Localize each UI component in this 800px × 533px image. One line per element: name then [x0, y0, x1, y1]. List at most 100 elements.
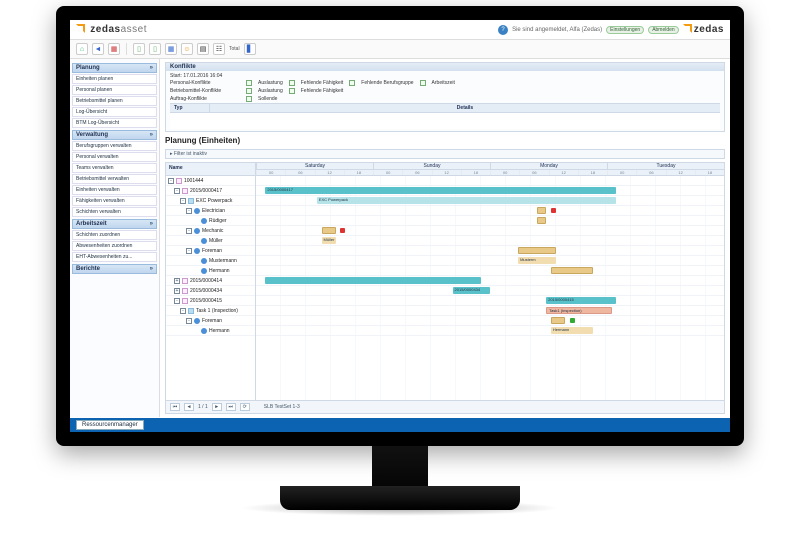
sidebar-item[interactable]: Einheiten verwalten [72, 185, 157, 195]
filter-label[interactable]: ▸ Filter ist inaktiv [165, 149, 725, 159]
tree-row[interactable]: +2015/0000434 [166, 286, 255, 296]
home-icon[interactable]: ⌂ [76, 43, 88, 55]
sidebar-item[interactable]: Schichten verwalten [72, 207, 157, 217]
sidebar-section-header[interactable]: Planung» [72, 63, 157, 73]
gantt-bar[interactable] [265, 277, 480, 284]
back-icon[interactable]: ◄ [92, 43, 104, 55]
user-text: Sie sind angemeldet, Alfa (Zedas) [512, 27, 602, 33]
tree-row[interactable]: -Foreman [166, 246, 255, 256]
pager-first[interactable]: ⏮ [170, 403, 180, 411]
book-icon[interactable]: ▋ [244, 43, 256, 55]
tree-row[interactable]: -2015/0000417 [166, 186, 255, 196]
tree-toggle-icon[interactable]: - [186, 208, 192, 214]
tree-row[interactable]: Hermann [166, 266, 255, 276]
tree-toggle-icon[interactable]: - [186, 318, 192, 324]
gantt-bar[interactable] [551, 317, 565, 324]
sidebar-section-header[interactable]: Arbeitszeit» [72, 219, 157, 229]
doc-new-icon[interactable]: ▯ [133, 43, 145, 55]
tree-row[interactable]: -Electrician [166, 206, 255, 216]
gantt-bar[interactable]: 2015/0000417 [265, 187, 616, 194]
person-icon [194, 248, 200, 254]
gantt-bar[interactable] [518, 247, 555, 254]
calendar-icon[interactable]: ▦ [108, 43, 120, 55]
sidebar-item[interactable]: Abwesenheiten zuordnen [72, 241, 157, 251]
sidebar-section-header[interactable]: Berichte» [72, 264, 157, 274]
sidebar-item[interactable]: Teams verwalten [72, 163, 157, 173]
sidebar-item[interactable]: EHT-Abwesenheiten zu... [72, 252, 157, 262]
gantt-bar[interactable]: 2015/0000415 [546, 297, 616, 304]
tree-header[interactable]: Name [166, 163, 256, 175]
pager-next[interactable]: ► [212, 403, 222, 411]
gantt-bar[interactable] [537, 217, 546, 224]
tree-row[interactable]: -Task 1 (Inspection) [166, 306, 255, 316]
gantt-chart[interactable]: 2015/0000417 EXC Powerpack Müller Musterm 20… [256, 176, 724, 400]
bottombar: Ressourcenmanager [70, 418, 730, 432]
tree-toggle-icon[interactable]: - [180, 198, 186, 204]
conflicts-detail-header: Typ Details [170, 103, 720, 113]
gantt-bar[interactable] [551, 267, 593, 274]
schedule-icon[interactable]: ☷ [213, 43, 225, 55]
gantt-bar[interactable]: Hermann [551, 327, 593, 334]
checkbox[interactable] [349, 80, 355, 86]
tree-row[interactable]: -EXC Powerpack [166, 196, 255, 206]
gantt-bar[interactable] [537, 207, 546, 214]
tree-row[interactable]: Rüdiger [166, 216, 255, 226]
pager-prev[interactable]: ◄ [184, 403, 194, 411]
tree-row[interactable]: -2015/0000415 [166, 296, 255, 306]
gantt-bar[interactable]: EXC Powerpack [317, 197, 617, 204]
tool-icon[interactable]: ▤ [197, 43, 209, 55]
pager-last[interactable]: ⏭ [226, 403, 236, 411]
checkbox[interactable] [420, 80, 426, 86]
tree-row[interactable]: -Mechanic [166, 226, 255, 236]
tree-toggle-icon[interactable]: - [186, 248, 192, 254]
sidebar-item[interactable]: Schichten zuordnen [72, 230, 157, 240]
gantt-lane [256, 286, 724, 296]
resource-icon[interactable]: ▦ [165, 43, 177, 55]
gantt-bar[interactable]: Musterm [518, 257, 555, 264]
tree-toggle-icon[interactable]: - [168, 178, 174, 184]
tree-row[interactable]: -Foreman [166, 316, 255, 326]
tree-toggle-icon[interactable]: - [174, 298, 180, 304]
topbar: zedasasset ? Sie sind angemeldet, Alfa (… [70, 20, 730, 40]
toolbar: ⌂ ◄ ▦ ▯ ▯ ▦ ☺ ▤ ☷ Total ▋ [70, 40, 730, 59]
pager-refresh[interactable]: ⟳ [240, 403, 250, 411]
tree-toggle-icon[interactable]: - [186, 228, 192, 234]
hour-tick: 00 [607, 170, 636, 175]
sidebar-item[interactable]: Personal verwalten [72, 152, 157, 162]
checkbox[interactable] [246, 96, 252, 102]
checkbox[interactable] [246, 88, 252, 94]
doc-green-icon[interactable]: ▯ [149, 43, 161, 55]
gantt-bar[interactable]: 2015/0000434 [453, 287, 490, 294]
logout-button[interactable]: Abmelden [648, 26, 679, 34]
sidebar-item[interactable]: Personal planen [72, 85, 157, 95]
sidebar-item[interactable]: Log-Übersicht [72, 107, 157, 117]
tree-toggle-icon[interactable]: + [174, 288, 180, 294]
total-label: Total [229, 46, 240, 52]
people-icon[interactable]: ☺ [181, 43, 193, 55]
gantt-lane [256, 306, 724, 316]
tree-toggle-icon[interactable]: + [174, 278, 180, 284]
tree-row[interactable]: -1001444 [166, 176, 255, 186]
sidebar-item[interactable]: Einheiten planen [72, 74, 157, 84]
tree-row[interactable]: +2015/0000414 [166, 276, 255, 286]
sidebar-item[interactable]: Berufsgruppen verwalten [72, 141, 157, 151]
sidebar-section-header[interactable]: Verwaltung» [72, 130, 157, 140]
tree-row[interactable]: Müller [166, 236, 255, 246]
gantt-bar[interactable]: Task1 (Inspection) [546, 307, 612, 314]
gantt-bar[interactable] [322, 227, 336, 234]
sidebar-item[interactable]: Betriebsmittel verwalten [72, 174, 157, 184]
checkbox[interactable] [246, 80, 252, 86]
bottombar-tab[interactable]: Ressourcenmanager [76, 420, 144, 430]
tree-toggle-icon[interactable]: - [180, 308, 186, 314]
sidebar-item[interactable]: Fähigkeiten verwalten [72, 196, 157, 206]
tree-toggle-icon[interactable]: - [174, 188, 180, 194]
tree-row[interactable]: Hermann [166, 326, 255, 336]
help-icon[interactable]: ? [498, 25, 508, 35]
sidebar-item[interactable]: Betriebsmittel planen [72, 96, 157, 106]
checkbox[interactable] [289, 88, 295, 94]
gantt-bar[interactable]: Müller [322, 237, 336, 244]
tree-row[interactable]: Mustermann [166, 256, 255, 266]
settings-button[interactable]: Einstellungen [606, 26, 644, 34]
sidebar-item[interactable]: BTM Log-Übersicht [72, 118, 157, 128]
checkbox[interactable] [289, 80, 295, 86]
